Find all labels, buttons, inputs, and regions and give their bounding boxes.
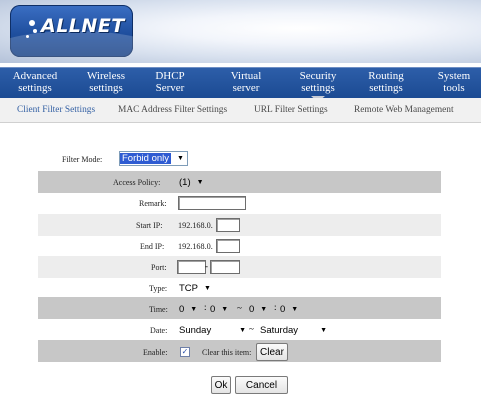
start-ip-label: Start IP: xyxy=(136,221,163,230)
port-separator: - xyxy=(205,261,208,271)
access-policy-select[interactable]: (1) ▼ xyxy=(179,175,204,189)
ok-button[interactable]: Ok xyxy=(211,376,231,394)
start-ip-input[interactable] xyxy=(216,218,240,232)
time-start-min-select[interactable]: 0 ▼ xyxy=(210,302,228,316)
port-start-input[interactable] xyxy=(177,260,206,274)
end-ip-label: End IP: xyxy=(140,242,165,251)
filter-mode-select[interactable]: Forbid only ▼ xyxy=(119,151,188,166)
nav-advanced-settings[interactable]: Advanced settings xyxy=(8,70,62,94)
allnet-logo: ALLNET xyxy=(10,5,133,57)
chevron-down-icon: ▼ xyxy=(239,326,246,334)
start-ip-prefix: 192.168.0. xyxy=(178,221,213,230)
main-nav: Advanced settings Wireless settings DHCP Se… xyxy=(0,67,481,102)
time-label: Time: xyxy=(149,305,168,314)
port-end-input[interactable] xyxy=(210,260,240,274)
chevron-down-icon: ▼ xyxy=(320,326,327,334)
logo-text: ALLNET xyxy=(41,15,125,37)
access-policy-row xyxy=(38,171,441,193)
chevron-down-icon: ▼ xyxy=(196,178,204,186)
time-end-min-select[interactable]: 0 ▼ xyxy=(280,302,298,316)
end-ip-input[interactable] xyxy=(216,239,240,253)
chevron-down-icon: ▼ xyxy=(190,305,198,313)
type-label: Type: xyxy=(149,284,168,293)
date-range-separator: ~ xyxy=(249,324,254,334)
time-colon: : xyxy=(274,302,277,312)
nav-routing-settings[interactable]: Routing settings xyxy=(364,70,408,94)
end-ip-prefix: 192.168.0. xyxy=(178,242,213,251)
clear-button[interactable]: Clear xyxy=(256,343,288,361)
tab-url-filter-settings[interactable]: URL Filter Settings xyxy=(254,105,328,115)
time-end-hour-select[interactable]: 0 ▼ xyxy=(249,302,267,316)
nav-dhcp-server[interactable]: DHCP Server xyxy=(150,70,190,94)
nav-virtual-server[interactable]: Virtual server xyxy=(226,70,266,94)
nav-security-settings[interactable]: Security settings xyxy=(294,70,342,102)
time-range-separator: ~ xyxy=(237,303,242,313)
cancel-button[interactable]: Cancel xyxy=(235,376,288,394)
logo-dot-icon xyxy=(29,20,35,26)
remark-label: Remark: xyxy=(139,199,167,208)
filter-mode-label: Filter Mode: xyxy=(62,155,103,164)
chevron-down-icon: ▼ xyxy=(177,155,184,162)
chevron-down-icon: ▼ xyxy=(204,284,211,292)
remark-input[interactable] xyxy=(178,196,246,210)
enable-checkbox[interactable]: ✓ xyxy=(180,347,190,357)
chevron-down-icon: ▼ xyxy=(291,305,299,313)
logo-dot-icon xyxy=(33,29,37,33)
tab-remote-web-management[interactable]: Remote Web Management xyxy=(354,105,454,115)
nav-system-tools[interactable]: System tools xyxy=(434,70,474,94)
time-colon: : xyxy=(204,302,207,312)
date-from-select[interactable]: Sunday ▼ xyxy=(179,323,246,337)
sub-nav: Client Filter Settings MAC Address Filte… xyxy=(0,98,481,123)
clear-item-label: Clear this item: xyxy=(202,348,252,357)
access-policy-label: Access Policy: xyxy=(113,178,161,187)
date-to-select[interactable]: Saturday ▼ xyxy=(260,323,327,337)
chevron-down-icon: ▼ xyxy=(221,305,229,313)
date-label: Date: xyxy=(150,326,168,335)
port-label: Port: xyxy=(151,263,167,272)
nav-wireless-settings[interactable]: Wireless settings xyxy=(82,70,130,94)
logo-dot-icon xyxy=(26,35,29,38)
header-banner: ALLNET xyxy=(0,0,481,63)
chevron-down-icon: ▼ xyxy=(260,305,268,313)
tab-mac-address-filter-settings[interactable]: MAC Address Filter Settings xyxy=(118,105,227,115)
type-select[interactable]: TCP ▼ xyxy=(179,281,211,295)
time-start-hour-select[interactable]: 0 ▼ xyxy=(179,302,197,316)
tab-client-filter-settings[interactable]: Client Filter Settings xyxy=(17,105,95,115)
enable-label: Enable: xyxy=(143,348,168,357)
